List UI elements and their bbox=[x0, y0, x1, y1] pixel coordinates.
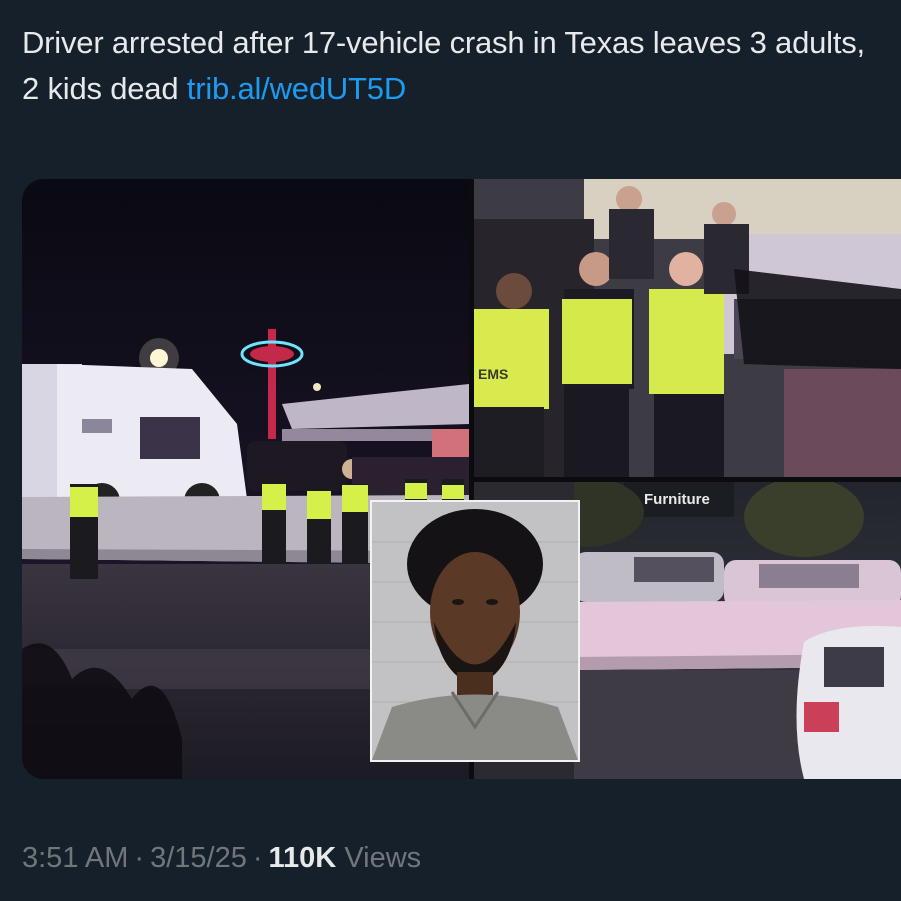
tweet-media-collage[interactable]: EMS Furniture bbox=[22, 179, 901, 779]
tweet-link[interactable]: trib.al/wedUT5D bbox=[187, 71, 406, 106]
separator-dot: · bbox=[134, 842, 145, 874]
tweet-date[interactable]: 3/15/25 bbox=[150, 842, 247, 874]
mugshot-photo[interactable] bbox=[370, 500, 580, 762]
officers-image: EMS bbox=[474, 179, 901, 477]
photo-officers[interactable]: EMS bbox=[474, 179, 901, 477]
views-label: Views bbox=[344, 842, 422, 874]
mugshot-image bbox=[372, 502, 578, 760]
furniture-sign-text: Furniture bbox=[644, 491, 710, 508]
views-count: 110K bbox=[268, 842, 337, 874]
ems-vest-text: EMS bbox=[478, 366, 508, 382]
tweet-text: Driver arrested after 17-vehicle crash i… bbox=[22, 20, 882, 112]
tweet-body: Driver arrested after 17-vehicle crash i… bbox=[22, 25, 865, 106]
separator-dot: · bbox=[252, 842, 263, 874]
tweet-metadata: 3:51 AM · 3/15/25 · 110K Views bbox=[22, 838, 421, 878]
tweet-time[interactable]: 3:51 AM bbox=[22, 842, 128, 874]
